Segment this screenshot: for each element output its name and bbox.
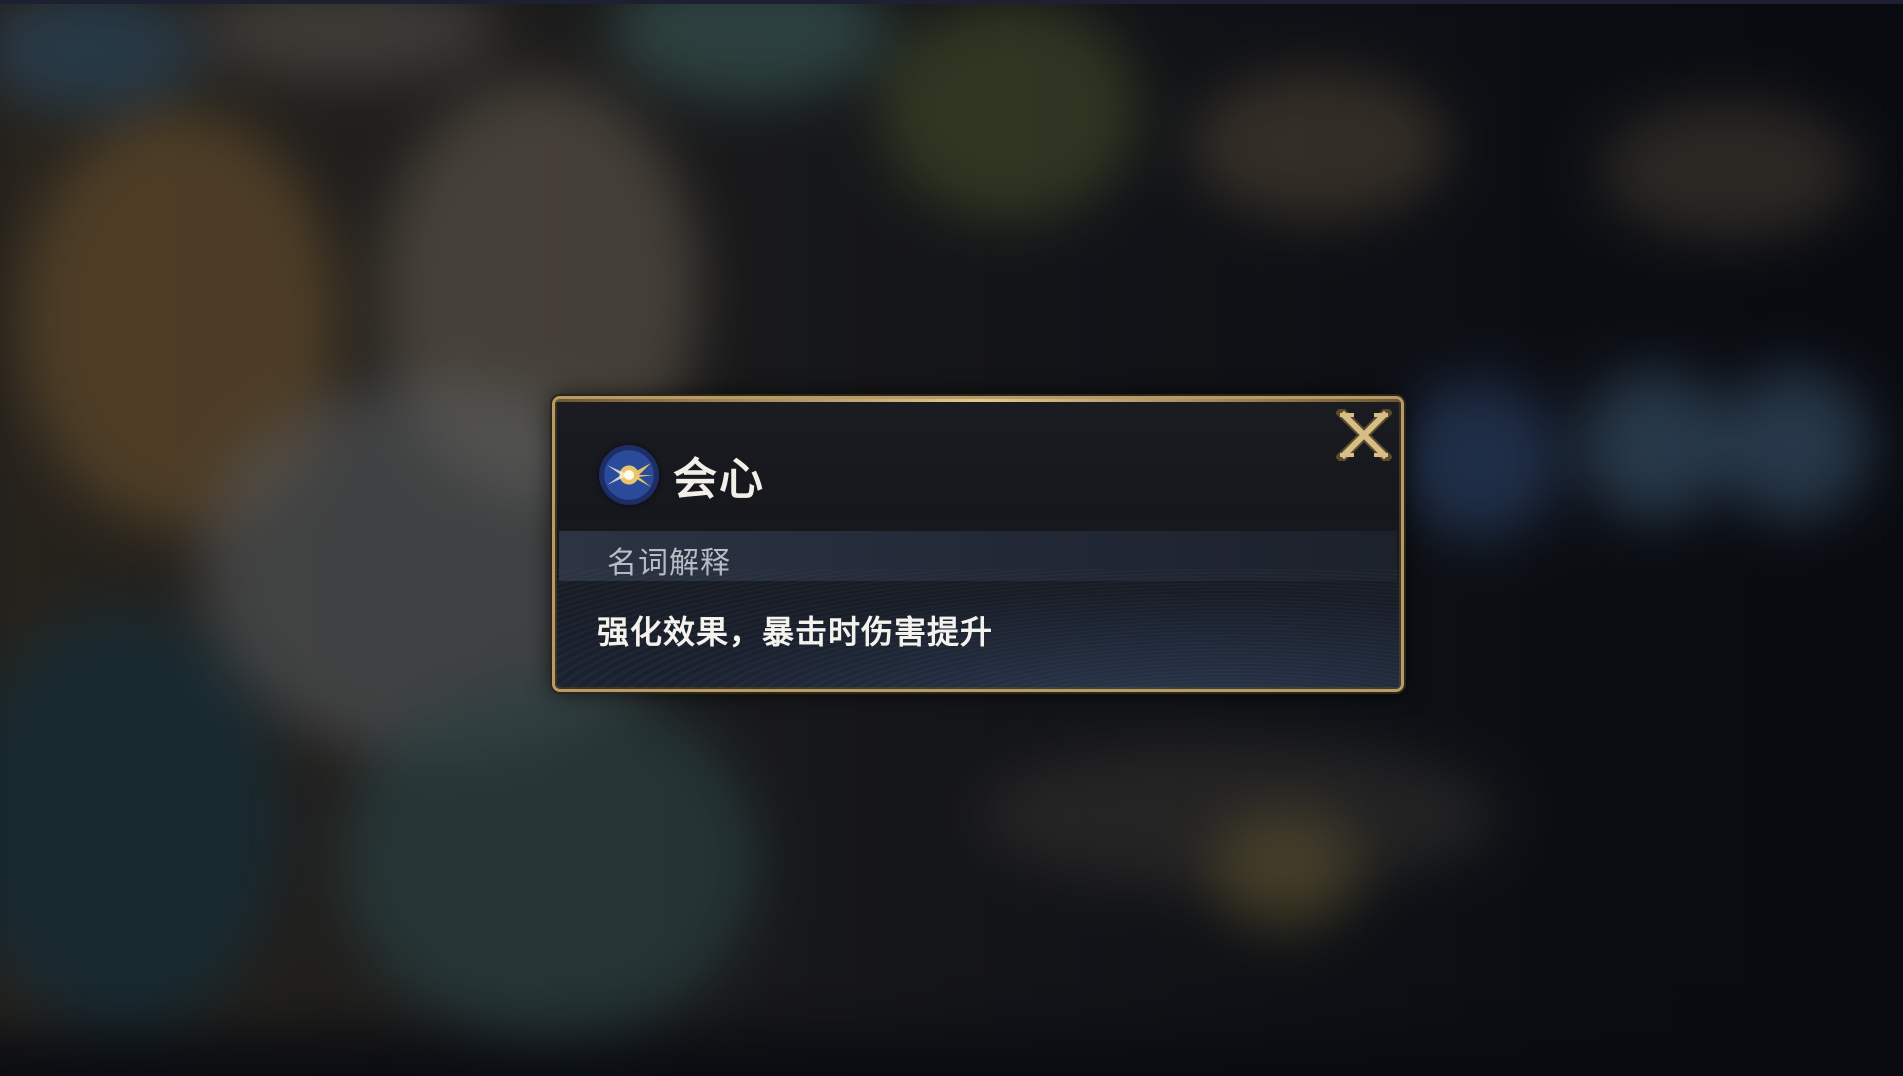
section-label: 名词解释	[607, 546, 731, 581]
game-scene: 会心 名词解释 强化效果，暴击时伤害提升	[0, 0, 1903, 1076]
close-icon	[1336, 409, 1392, 461]
close-button[interactable]	[1335, 407, 1393, 463]
dialog-title: 会心	[673, 454, 765, 505]
dialog-header: 会心	[599, 443, 765, 507]
term-explanation-dialog: 会心 名词解释 强化效果，暴击时伤害提升	[552, 396, 1404, 692]
crit-stat-icon	[599, 445, 659, 505]
term-description: 强化效果，暴击时伤害提升	[597, 613, 994, 651]
section-header-band: 名词解释	[559, 531, 1397, 581]
